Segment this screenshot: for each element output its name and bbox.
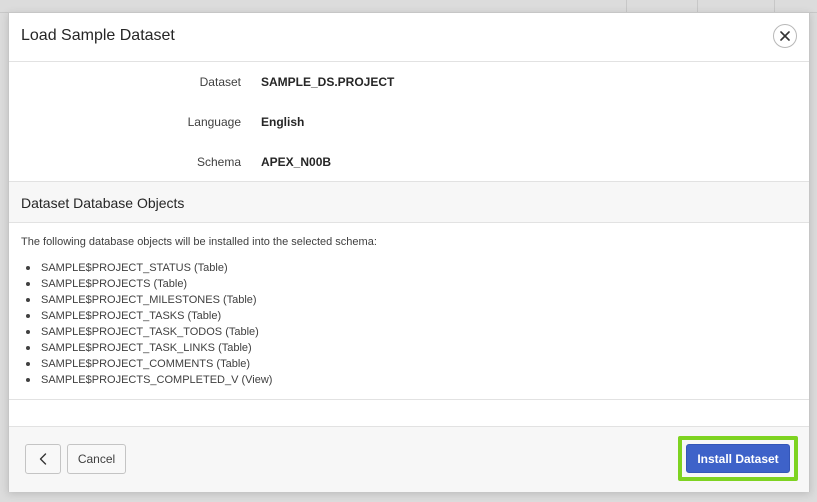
bullet-icon: [26, 346, 30, 350]
close-icon: [780, 31, 790, 41]
cancel-button[interactable]: Cancel: [67, 444, 126, 474]
background-divider: [774, 0, 775, 12]
object-name: SAMPLE$PROJECT_MILESTONES (Table): [41, 294, 257, 306]
list-item: SAMPLE$PROJECT_COMMENTS (Table): [21, 356, 272, 372]
bullet-icon: [26, 266, 30, 270]
list-item: SAMPLE$PROJECT_MILESTONES (Table): [21, 292, 272, 308]
bullet-icon: [26, 378, 30, 382]
object-name: SAMPLE$PROJECT_TASK_LINKS (Table): [41, 342, 252, 354]
dataset-details: Dataset SAMPLE_DS.PROJECT Language Engli…: [9, 62, 809, 180]
list-item: SAMPLE$PROJECT_TASKS (Table): [21, 308, 272, 324]
object-name: SAMPLE$PROJECTS (Table): [41, 278, 188, 290]
object-name: SAMPLE$PROJECT_COMMENTS (Table): [41, 358, 251, 370]
list-item: SAMPLE$PROJECT_STATUS (Table): [21, 260, 272, 276]
schema-row: Schema APEX_N00B: [9, 152, 809, 172]
object-name: SAMPLE$PROJECTS_COMPLETED_V (View): [41, 374, 273, 386]
dialog-footer: Cancel Install Dataset: [9, 426, 809, 492]
dataset-row: Dataset SAMPLE_DS.PROJECT: [9, 72, 809, 92]
background-divider: [697, 0, 698, 12]
language-value: English: [261, 115, 305, 129]
chevron-left-icon: [39, 453, 47, 465]
list-item: SAMPLE$PROJECT_TASK_LINKS (Table): [21, 340, 272, 356]
object-name: SAMPLE$PROJECT_TASKS (Table): [41, 310, 222, 322]
database-objects-list: SAMPLE$PROJECT_STATUS (Table) SAMPLE$PRO…: [21, 260, 272, 388]
dialog-titlebar: Load Sample Dataset: [9, 13, 809, 62]
language-label: Language: [187, 115, 241, 129]
close-button[interactable]: [773, 24, 797, 48]
objects-section-title: Dataset Database Objects: [21, 195, 185, 211]
list-item: SAMPLE$PROJECT_TASK_TODOS (Table): [21, 324, 272, 340]
list-item: SAMPLE$PROJECTS (Table): [21, 276, 272, 292]
bullet-icon: [26, 282, 30, 286]
objects-section-header: Dataset Database Objects: [9, 181, 809, 223]
object-name: SAMPLE$PROJECT_TASK_TODOS (Table): [41, 326, 259, 338]
schema-value: APEX_N00B: [261, 155, 332, 169]
dataset-value: SAMPLE_DS.PROJECT: [261, 75, 395, 89]
bullet-icon: [26, 298, 30, 302]
load-sample-dataset-dialog: Load Sample Dataset Dataset SAMPLE_DS.PR…: [8, 12, 810, 492]
bullet-icon: [26, 330, 30, 334]
language-row: Language English: [9, 112, 809, 132]
dataset-label: Dataset: [199, 75, 241, 89]
bullet-icon: [26, 314, 30, 318]
install-highlight: Install Dataset: [678, 436, 798, 481]
background-divider: [626, 0, 627, 12]
objects-section-body: The following database objects will be i…: [9, 223, 809, 400]
list-item: SAMPLE$PROJECTS_COMPLETED_V (View): [21, 372, 272, 388]
bullet-icon: [26, 362, 30, 366]
back-button[interactable]: [25, 444, 61, 474]
schema-label: Schema: [196, 155, 241, 169]
dialog-title: Load Sample Dataset: [21, 27, 175, 44]
objects-intro-text: The following database objects will be i…: [21, 236, 377, 248]
object-name: SAMPLE$PROJECT_STATUS (Table): [41, 262, 228, 274]
install-dataset-button[interactable]: Install Dataset: [686, 444, 790, 473]
